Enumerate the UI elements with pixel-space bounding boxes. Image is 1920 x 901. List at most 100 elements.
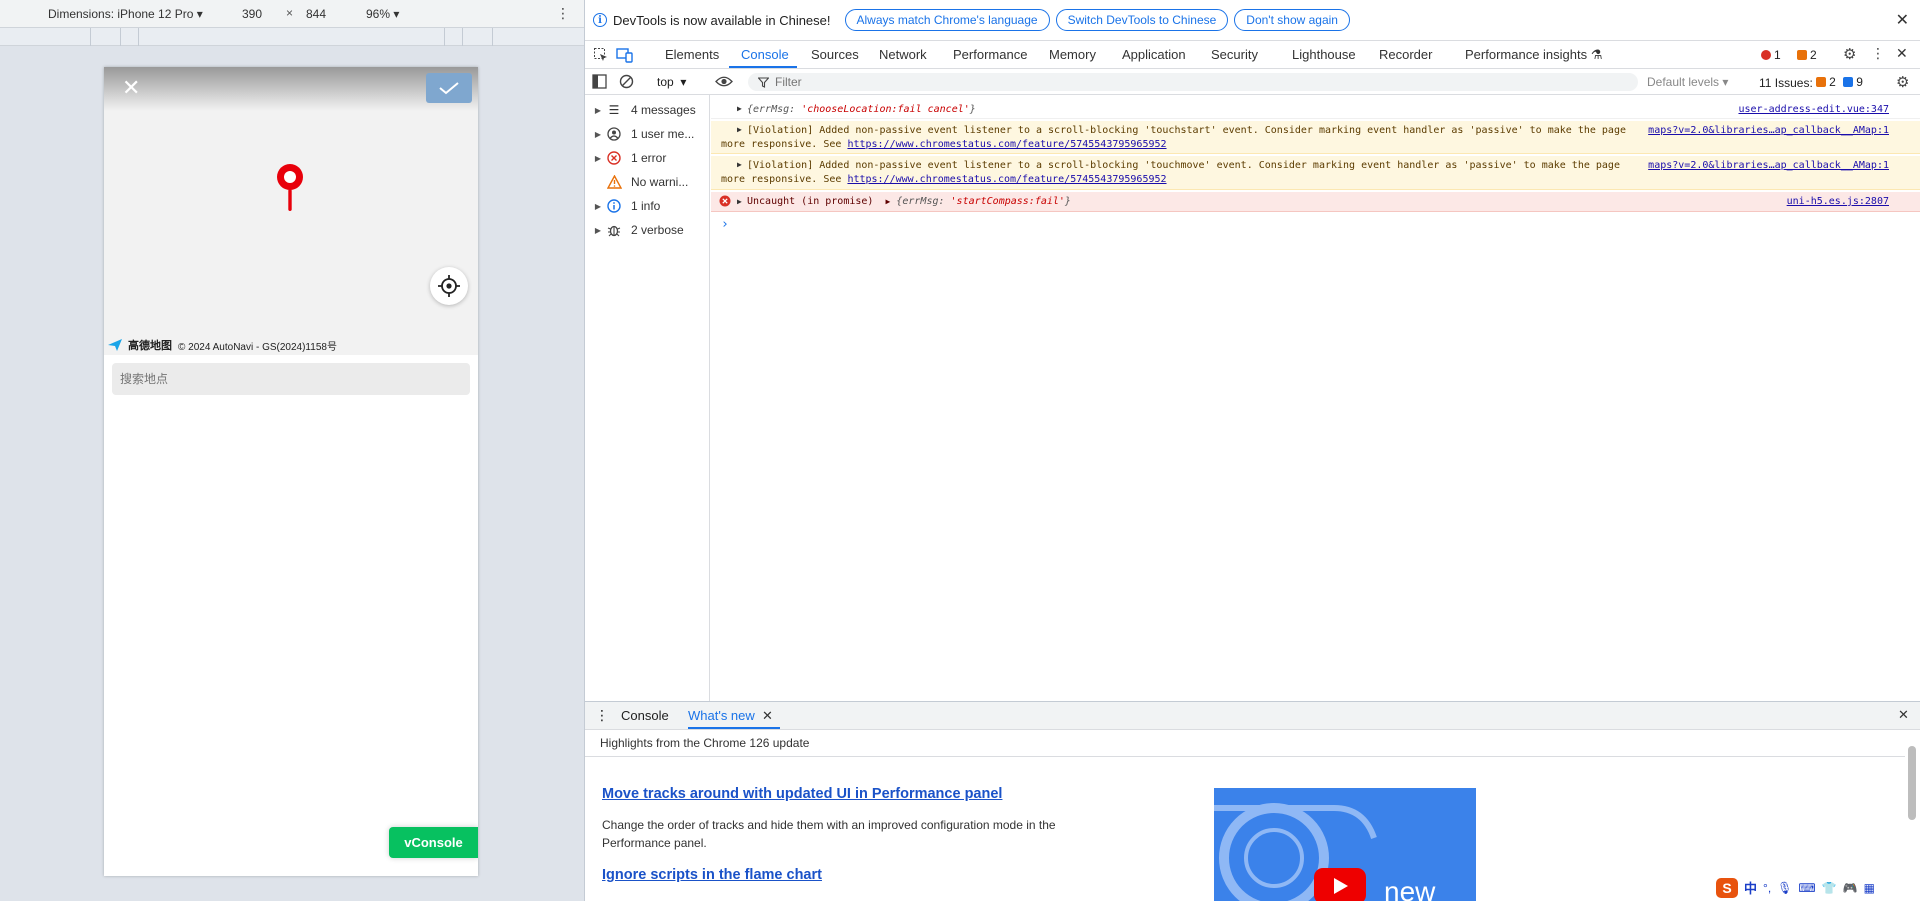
expand-arrow-icon[interactable]: ▶ <box>737 197 742 206</box>
console-settings-icon[interactable]: ⚙ <box>1896 73 1909 91</box>
sidebar-item-messages[interactable]: ▶ ☰ 4 messages <box>585 99 710 121</box>
tab-security[interactable]: Security <box>1211 47 1258 62</box>
keyboard-icon[interactable]: ⌨ <box>1798 881 1815 895</box>
expand-arrow-icon[interactable]: ▶ <box>737 125 742 134</box>
log-row-violation-touchmove[interactable]: ▶ [Violation] Added non-passive event li… <box>711 156 1920 190</box>
expand-arrow-icon[interactable]: ▶ <box>737 104 742 113</box>
tab-performance[interactable]: Performance <box>953 47 1027 62</box>
sogou-logo-icon[interactable]: S <box>1716 877 1738 898</box>
tab-elements[interactable]: Elements <box>665 47 719 62</box>
game-icon[interactable]: 🎮 <box>1843 881 1858 895</box>
log-source-link[interactable]: uni-h5.es.js:2807 <box>1787 196 1889 207</box>
bug-icon <box>605 223 623 237</box>
close-devtools-icon[interactable]: ✕ <box>1896 45 1908 62</box>
vconsole-button[interactable]: vConsole <box>389 827 478 858</box>
close-icon[interactable]: ✕ <box>1896 10 1909 30</box>
tab-application[interactable]: Application <box>1122 47 1186 62</box>
more-options-icon[interactable]: ⋮ <box>1871 45 1885 62</box>
close-tab-icon[interactable]: ✕ <box>762 708 773 724</box>
eye-icon[interactable] <box>715 75 733 88</box>
more-options-icon[interactable]: ⋮ <box>556 5 570 22</box>
close-drawer-icon[interactable]: ✕ <box>1898 707 1909 723</box>
map-view[interactable]: ✕ 高德地图 © 2024 AutoNavi - GS(2024)1158号 <box>104 67 478 355</box>
whats-new-item-title[interactable]: Ignore scripts in the flame chart <box>602 867 822 883</box>
drawer-tab-whats-new[interactable]: What's new <box>688 708 755 723</box>
grid-menu-icon[interactable]: ▦ <box>1864 881 1875 895</box>
sidebar-item-errors[interactable]: ▶ 1 error <box>585 147 710 169</box>
more-options-icon[interactable]: ⋮ <box>595 707 609 724</box>
log-source-link[interactable]: maps?v=2.0&libraries…ap_callback__AMap:1 <box>1648 125 1889 136</box>
log-row-violation-touchstart[interactable]: ▶ [Violation] Added non-passive event li… <box>711 121 1920 154</box>
log-row-uncaught-promise[interactable]: ▶ Uncaught (in promise) ▶ {errMsg: 'star… <box>711 192 1920 212</box>
log-message-cont: more responsive. See https://www.chromes… <box>721 174 1167 185</box>
scrollbar-thumb[interactable] <box>1908 746 1916 820</box>
confirm-location-button[interactable] <box>426 73 472 103</box>
device-dimensions-select[interactable]: Dimensions: iPhone 12 Pro ▾ <box>48 7 203 21</box>
device-width-input[interactable]: 390 <box>242 7 262 21</box>
switch-to-chinese-button[interactable]: Switch DevTools to Chinese <box>1055 9 1229 31</box>
map-brand: 高德地图 <box>128 340 172 352</box>
chevron-down-icon: ▾ <box>393 7 400 21</box>
close-icon[interactable]: ✕ <box>122 77 140 99</box>
filter-field[interactable] <box>748 73 1638 91</box>
log-source-link[interactable]: maps?v=2.0&libraries…ap_callback__AMap:1 <box>1648 160 1889 171</box>
tab-console[interactable]: Console <box>741 47 789 62</box>
error-count-badge[interactable]: 1 <box>1761 48 1781 62</box>
media-query-ruler[interactable] <box>0 28 584 46</box>
chromestatus-link[interactable]: https://www.chromestatus.com/feature/574… <box>847 139 1166 150</box>
context-select[interactable]: top ▾ <box>657 75 686 89</box>
sidebar-item-verbose[interactable]: ▶ 2 verbose <box>585 219 710 241</box>
log-source-link[interactable]: user-address-edit.vue:347 <box>1738 104 1889 115</box>
ime-lang-toggle[interactable]: 中 <box>1744 878 1757 897</box>
sidebar-item-info[interactable]: ▶ 1 info <box>585 195 710 217</box>
check-icon <box>439 82 459 95</box>
active-tab-indicator <box>688 727 780 729</box>
device-toggle-icon[interactable] <box>616 47 633 63</box>
microphone-icon[interactable]: 🎙 <box>1777 881 1792 895</box>
clear-console-icon[interactable] <box>619 74 634 89</box>
punctuation-icon[interactable]: °, <box>1763 881 1771 895</box>
language-infobar: i DevTools is now available in Chinese! … <box>585 0 1920 41</box>
whats-new-video-thumbnail[interactable]: new <box>1214 788 1476 901</box>
settings-gear-icon[interactable]: ⚙ <box>1843 45 1856 63</box>
tab-recorder[interactable]: Recorder <box>1379 47 1432 62</box>
map-header-gradient <box>104 67 478 111</box>
tab-sources[interactable]: Sources <box>811 47 859 62</box>
info-issue-icon <box>1843 77 1854 87</box>
devtools-panel: i DevTools is now available in Chinese! … <box>584 0 1920 901</box>
tab-network[interactable]: Network <box>879 47 927 62</box>
tab-lighthouse[interactable]: Lighthouse <box>1292 47 1356 62</box>
console-prompt[interactable]: › <box>721 217 729 232</box>
ruler-tick <box>120 28 121 46</box>
phone-viewport: ✕ 高德地图 © 2024 AutoNavi - GS(2024)1158号 搜… <box>104 67 478 876</box>
video-caption: new <box>1384 876 1436 901</box>
sidebar-item-warnings[interactable]: No warni... <box>585 171 710 193</box>
chromestatus-link[interactable]: https://www.chromestatus.com/feature/574… <box>847 174 1166 185</box>
youtube-play-icon[interactable] <box>1314 868 1366 901</box>
search-location-field[interactable] <box>112 363 470 395</box>
device-height-input[interactable]: 844 <box>306 7 326 21</box>
log-levels-select[interactable]: Default levels ▾ <box>1647 75 1728 89</box>
log-message-cont: more responsive. See https://www.chromes… <box>721 139 1167 150</box>
ruler-tick <box>90 28 91 46</box>
search-location-input[interactable] <box>120 372 470 386</box>
sidebar-toggle-icon[interactable] <box>592 74 607 89</box>
issues-counter[interactable]: 11 Issues: 2 9 <box>1759 75 1863 90</box>
dont-show-again-button[interactable]: Don't show again <box>1234 9 1350 31</box>
inspect-element-icon[interactable] <box>593 47 609 63</box>
match-language-button[interactable]: Always match Chrome's language <box>844 9 1050 31</box>
tab-performance-insights[interactable]: Performance insights ⚗ <box>1465 47 1602 63</box>
locate-me-button[interactable] <box>430 267 468 305</box>
skin-icon[interactable]: 👕 <box>1822 881 1837 895</box>
tab-memory[interactable]: Memory <box>1049 47 1096 62</box>
log-row-choose-location[interactable]: ▶ {errMsg: 'chooseLocation:fail cancel'}… <box>711 99 1920 119</box>
drawer-tab-console[interactable]: Console <box>621 708 669 723</box>
zoom-select[interactable]: 96% ▾ <box>366 7 399 21</box>
expand-arrow-icon[interactable]: ▶ <box>737 160 742 169</box>
warning-icon <box>605 175 623 189</box>
console-toolbar: top ▾ Default levels ▾ 11 Issues: 2 9 ⚙ <box>585 69 1920 95</box>
whats-new-item-title[interactable]: Move tracks around with updated UI in Pe… <box>602 786 1002 802</box>
warning-count-badge[interactable]: 2 <box>1797 48 1817 62</box>
filter-input[interactable] <box>775 75 1575 89</box>
sidebar-item-user-messages[interactable]: ▶ 1 user me... <box>585 123 710 145</box>
